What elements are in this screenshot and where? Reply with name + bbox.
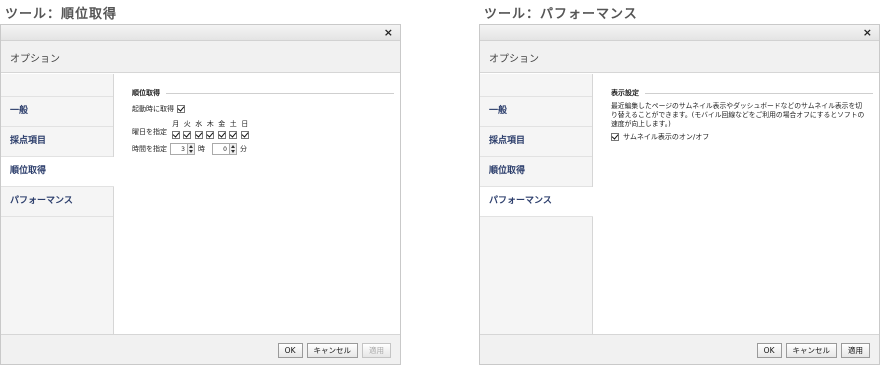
rank-tool-panel: ツール：順位取得 × オプション 一般 採点項目 順位取得 パフォーマンス 順位… [0, 0, 402, 368]
sidebar-item-ranking[interactable]: 順位取得 [480, 157, 592, 187]
dialog-footer: OK キャンセル 適用 [480, 334, 879, 364]
ok-button[interactable]: OK [277, 343, 303, 358]
close-icon[interactable]: × [384, 26, 393, 39]
dialog-titlebar: × [1, 25, 400, 41]
weekday-label: 曜日を指定 [132, 128, 167, 136]
sidebar-spacer [1, 74, 113, 97]
sidebar-spacer [480, 74, 592, 97]
minute-unit: 分 [240, 145, 247, 153]
weekday-row: 曜日を指定 月 火 水 木 金 土 日 [132, 119, 394, 139]
day-checkbox-wed[interactable] [194, 131, 203, 139]
apply-button[interactable]: 適用 [362, 343, 391, 358]
dialog-header: オプション [1, 41, 400, 73]
close-icon[interactable]: × [863, 26, 872, 39]
startup-checkbox[interactable] [177, 105, 185, 113]
stepper-arrows-icon[interactable] [187, 144, 194, 154]
apply-button[interactable]: 適用 [841, 343, 870, 358]
section-divider [645, 92, 873, 94]
sidebar-item-general[interactable]: 一般 [1, 97, 113, 127]
sidebar-item-scoring[interactable]: 採点項目 [1, 127, 113, 157]
button-group: OK キャンセル 適用 [277, 343, 391, 358]
section-heading: 順位取得 [132, 88, 394, 98]
day-label-sun: 日 [241, 120, 249, 128]
section-title: 表示設定 [611, 89, 639, 97]
hour-unit: 時 [198, 145, 205, 153]
time-row: 時間を指定 3 時 0 分 [132, 143, 394, 155]
minute-stepper[interactable]: 0 [212, 143, 237, 155]
sidebar-item-general[interactable]: 一般 [480, 97, 592, 127]
weekday-picker: 月 火 水 木 金 土 日 [168, 119, 251, 139]
dialog-title: オプション [10, 54, 60, 65]
day-checkbox-fri[interactable] [217, 131, 226, 139]
hour-stepper[interactable]: 3 [170, 143, 195, 155]
dialog-title: オプション [489, 54, 539, 65]
sidebar: 一般 採点項目 順位取得 パフォーマンス [1, 74, 114, 335]
day-checkbox-mon[interactable] [171, 131, 180, 139]
sidebar-item-performance[interactable]: パフォーマンス [1, 187, 113, 217]
thumbnail-toggle-row: サムネイル表示のオン/オフ [611, 132, 873, 142]
button-group: OK キャンセル 適用 [756, 343, 870, 358]
options-dialog: × オプション 一般 採点項目 順位取得 パフォーマンス 表示設定 最近編集した… [479, 24, 880, 365]
thumbnail-toggle-label: サムネイル表示のオン/オフ [623, 133, 710, 141]
weekday-headers: 月 火 水 木 金 土 日 [170, 119, 251, 129]
dialog-footer: OK キャンセル 適用 [1, 334, 400, 364]
day-label-mon: 月 [172, 120, 180, 128]
sidebar-item-performance[interactable]: パフォーマンス [480, 187, 593, 217]
options-dialog: × オプション 一般 採点項目 順位取得 パフォーマンス 順位取得 起動時に取得… [0, 24, 401, 365]
dialog-header: オプション [480, 41, 879, 73]
day-label-sat: 土 [229, 120, 237, 128]
dialog-titlebar: × [480, 25, 879, 41]
description-text: 最近編集したページのサムネイル表示やダッシュボードなどのサムネイル表示を切り替え… [611, 102, 865, 128]
panel-title: ツール：順位取得 [5, 7, 118, 22]
minute-value: 0 [223, 145, 227, 153]
day-checkbox-tue[interactable] [183, 131, 191, 139]
weekday-checkboxes [168, 131, 251, 139]
hour-value: 3 [181, 145, 185, 153]
startup-label: 起動時に取得 [132, 105, 174, 113]
ok-button[interactable]: OK [756, 343, 782, 358]
sidebar: 一般 採点項目 順位取得 パフォーマンス [480, 74, 593, 335]
day-label-wed: 水 [195, 120, 203, 128]
day-label-tue: 火 [183, 120, 191, 128]
cancel-button[interactable]: キャンセル [785, 343, 837, 358]
section-heading: 表示設定 [611, 88, 873, 98]
stepper-arrows-icon[interactable] [229, 144, 236, 154]
time-label: 時間を指定 [132, 145, 167, 153]
panel-title: ツール：パフォーマンス [484, 7, 638, 22]
settings-content: 順位取得 起動時に取得 曜日を指定 月 火 水 木 金 土 日 時間を指定 3 … [115, 74, 400, 335]
thumbnail-toggle-checkbox[interactable] [611, 133, 619, 141]
day-checkbox-sat[interactable] [229, 131, 237, 139]
settings-content: 表示設定 最近編集したページのサムネイル表示やダッシュボードなどのサムネイル表示… [594, 74, 879, 335]
day-label-fri: 金 [218, 120, 226, 128]
section-divider [166, 92, 394, 94]
performance-tool-panel: ツール：パフォーマンス × オプション 一般 採点項目 順位取得 パフォーマンス… [479, 0, 880, 368]
sidebar-item-scoring[interactable]: 採点項目 [480, 127, 592, 157]
cancel-button[interactable]: キャンセル [306, 343, 358, 358]
sidebar-item-ranking[interactable]: 順位取得 [1, 157, 114, 187]
day-checkbox-thu[interactable] [206, 131, 214, 139]
section-title: 順位取得 [132, 89, 160, 97]
day-checkbox-sun[interactable] [240, 131, 249, 139]
day-label-thu: 木 [206, 120, 214, 128]
startup-row: 起動時に取得 [132, 104, 394, 114]
